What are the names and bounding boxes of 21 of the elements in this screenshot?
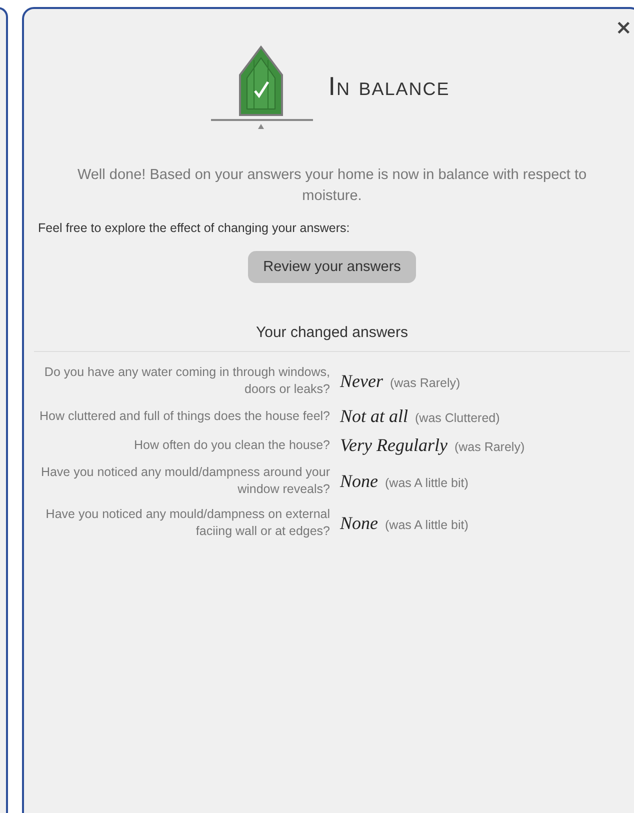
message-text: Well done! Based on your answers your home is now in balance with respect to moisture.: [76, 166, 588, 206]
question-label: Have you noticed any mould/dampness on external faciing wall or at edges?: [44, 506, 330, 540]
answer-value: Not at all: [340, 406, 408, 427]
section-heading: Your changed answers: [254, 324, 410, 341]
answer-value: None: [340, 512, 378, 534]
previous-answer: (was Rarely): [454, 440, 525, 454]
question-label: Have you noticed any mould/dampness around your window reveals?: [40, 464, 330, 498]
question-label: Do you have any water coming in through windows, doors or leaks?: [43, 364, 330, 398]
previous-answer: (was A little bit): [385, 476, 468, 490]
previous-answer: (was Cluttered): [415, 411, 500, 425]
previous-answer: (was A little bit): [385, 518, 468, 532]
close-button[interactable]: ×: [613, 17, 634, 37]
answer-value: Very Regularly: [340, 435, 448, 456]
question-label: How cluttered and full of things does the house feel?: [38, 408, 330, 425]
prompt-text: Feel free to explore the effect of changing your answers:: [38, 221, 351, 235]
previous-answer: (was Rarely): [390, 376, 460, 390]
answer-value: Never: [340, 370, 383, 392]
dialog-title: In balance: [328, 70, 450, 102]
review-answers-button[interactable]: Review your answers: [248, 251, 416, 283]
question-label: How often do you clean the house?: [133, 437, 330, 454]
answer-value: None: [340, 470, 378, 492]
